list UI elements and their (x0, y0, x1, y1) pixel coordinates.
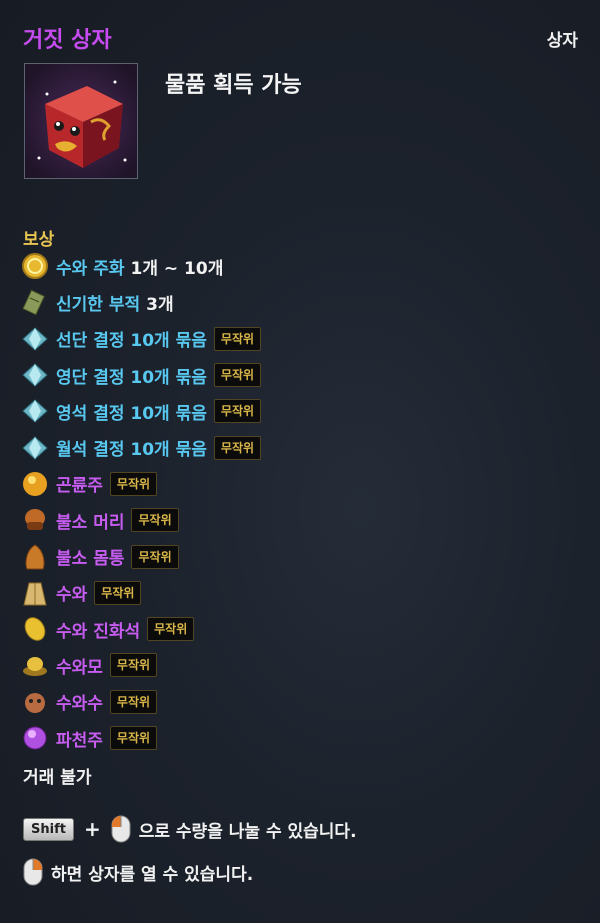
orb-icon (20, 469, 50, 499)
costume-icon (20, 578, 50, 608)
reward-name: 수와 주화 (56, 258, 125, 279)
reward-row: 파천주 무작위 (20, 720, 580, 756)
reward-row: 수와 주화 1개 ~ 10개 (20, 248, 580, 284)
reward-row: 신기한 부적 3개 (20, 284, 580, 320)
random-badge: 무작위 (109, 653, 158, 678)
shift-key-icon: Shift (23, 817, 74, 841)
talisman-icon (20, 287, 50, 317)
reward-quantity: 1개 ~ 10개 (130, 258, 224, 279)
item-tooltip: 거짓 상자 상자 물품 획득 가능 보상 수와 주화 1개 ~ 10개 신기한 부적… (0, 0, 600, 923)
obtain-label: 물품 획득 가능 (165, 73, 302, 98)
reward-name: 곤륜주 (56, 476, 103, 497)
reward-row: 수와모 무작위 (20, 647, 580, 683)
reward-row: 불소 몸통 무작위 (20, 538, 580, 574)
random-badge: 무작위 (131, 508, 179, 533)
reward-row: 월석 결정 10개 묶음 무작위 (20, 429, 580, 465)
reward-name: 신기한 부적 (56, 294, 141, 315)
helmet-icon (20, 505, 50, 535)
crystal-icon (20, 324, 50, 354)
open-hint-text: 하면 상자를 열 수 있습니다. (51, 864, 254, 885)
reward-row: 곤륜주 무작위 (20, 466, 580, 502)
random-badge: 무작위 (109, 726, 158, 750)
open-hint: 하면 상자를 열 수 있습니다. (23, 858, 253, 886)
reward-name: 수와 (56, 585, 88, 606)
crystal-icon (20, 433, 50, 463)
reward-list: 수와 주화 1개 ~ 10개 신기한 부적 3개 선단 결정 10개 묶음 무작위 영단 결… (20, 248, 580, 756)
reward-name: 영단 결정 10개 묶음 (56, 367, 207, 388)
reward-row: 영단 결정 10개 묶음 무작위 (20, 357, 580, 393)
crystal-icon (20, 360, 50, 390)
reward-name: 영석 결정 10개 묶음 (56, 403, 207, 424)
reward-row: 불소 머리 무작위 (20, 502, 580, 538)
plus-sign: + (83, 817, 101, 841)
reward-name: 불소 머리 (56, 512, 125, 533)
item-title: 거짓 상자 (23, 28, 112, 53)
item-category: 상자 (546, 31, 578, 51)
random-badge: 무작위 (213, 399, 262, 424)
box-icon (24, 63, 138, 179)
random-badge: 무작위 (109, 471, 158, 496)
random-badge: 무작위 (213, 363, 262, 388)
reward-row: 수와수 무작위 (20, 684, 580, 720)
mouse-right-click-icon (23, 858, 43, 886)
trade-status: 거래 불가 (23, 768, 92, 788)
reward-name: 파천주 (56, 730, 103, 751)
crystal-icon (20, 396, 50, 426)
reward-name: 월석 결정 10개 묶음 (56, 440, 207, 461)
random-badge: 무작위 (109, 689, 158, 714)
armor-icon (20, 542, 50, 572)
reward-header: 보상 (23, 230, 55, 250)
split-hint: Shift + 으로 수량을 나눌 수 있습니다. (23, 815, 357, 843)
reward-name: 불소 몸통 (56, 549, 125, 570)
evolution-stone-icon (20, 614, 50, 644)
random-badge: 무작위 (147, 617, 195, 642)
reward-name: 수와모 (56, 657, 103, 678)
reward-row: 수와 무작위 (20, 575, 580, 611)
reward-row: 선단 결정 10개 묶음 무작위 (20, 321, 580, 357)
reward-name: 선단 결정 10개 묶음 (56, 331, 207, 352)
reward-name: 수와 진화석 (56, 621, 141, 642)
pet-icon (20, 687, 50, 717)
gem-icon (20, 723, 50, 753)
reward-name: 수와수 (56, 694, 103, 715)
random-badge: 무작위 (213, 326, 262, 351)
random-badge: 무작위 (213, 435, 262, 460)
mouse-left-click-icon (111, 815, 131, 843)
reward-row: 수와 진화석 무작위 (20, 611, 580, 647)
coin-icon (20, 251, 50, 281)
split-hint-text: 으로 수량을 나눌 수 있습니다. (138, 821, 357, 842)
reward-row: 영석 결정 10개 묶음 무작위 (20, 393, 580, 429)
random-badge: 무작위 (131, 544, 179, 569)
reward-quantity: 3개 (146, 294, 174, 315)
hat-icon (20, 650, 50, 680)
random-badge: 무작위 (94, 580, 142, 605)
